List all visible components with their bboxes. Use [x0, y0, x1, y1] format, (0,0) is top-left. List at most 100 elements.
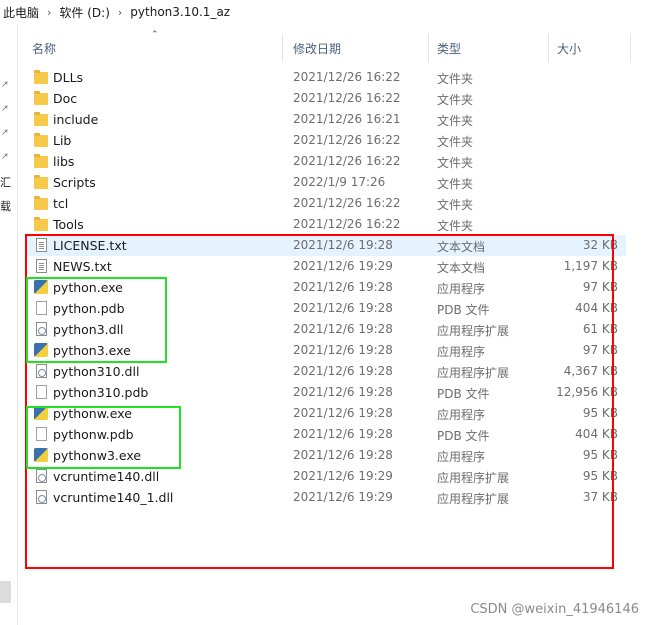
file-name: pythonw.exe — [53, 406, 132, 421]
pin-icon[interactable]: ↗ — [1, 104, 11, 114]
folder-icon — [34, 133, 48, 147]
file-size: 4,367 KB — [563, 364, 618, 378]
column-divider[interactable] — [282, 34, 283, 62]
file-modified-date: 2021/12/6 19:28 — [293, 427, 393, 441]
file-modified-date: 2021/12/26 16:22 — [293, 154, 401, 168]
file-name: pythonw.pdb — [53, 427, 134, 442]
text-file-icon — [36, 238, 47, 252]
file-size: 95 KB — [582, 469, 618, 483]
python-exe-icon — [34, 448, 48, 462]
blank-file-icon — [36, 427, 47, 441]
file-type: 文件夹 — [437, 177, 474, 191]
file-name: NEWS.txt — [53, 259, 112, 274]
breadcrumb-current-folder[interactable]: python3.10.1_az — [130, 5, 230, 19]
folder-row[interactable]: libs 2021/12/26 16:22 文件夹 — [26, 151, 626, 172]
file-row[interactable]: python3.dll 2021/12/6 19:28 应用程序扩展 61 KB — [26, 319, 626, 340]
file-modified-date: 2021/12/6 19:29 — [293, 259, 393, 273]
file-type: PDB 文件 — [437, 387, 490, 401]
folder-row[interactable]: Tools 2021/12/26 16:22 文件夹 — [26, 214, 626, 235]
folder-row[interactable]: include 2021/12/26 16:21 文件夹 — [26, 109, 626, 130]
column-divider[interactable] — [428, 34, 429, 62]
file-size: 404 KB — [575, 427, 618, 441]
dll-file-icon — [36, 469, 47, 483]
folder-icon — [34, 196, 48, 210]
file-name: DLLs — [53, 70, 84, 85]
chevron-right-icon: › — [117, 5, 123, 19]
blank-file-icon — [36, 385, 47, 399]
pin-icon[interactable]: ↗ — [1, 128, 11, 138]
file-row[interactable]: python3.exe 2021/12/6 19:28 应用程序 97 KB — [26, 340, 626, 361]
file-type: 文本文档 — [437, 261, 486, 275]
pin-icon[interactable]: ↗ — [1, 152, 11, 162]
file-size: 12,956 KB — [556, 385, 618, 399]
column-header-date[interactable]: 修改日期 — [293, 40, 341, 57]
folder-icon — [34, 217, 48, 231]
file-type: 应用程序 — [437, 282, 486, 296]
file-modified-date: 2021/12/6 19:28 — [293, 448, 393, 462]
pin-icon[interactable]: ↗ — [1, 80, 11, 90]
nav-item-fragment[interactable]: 载 — [0, 198, 11, 214]
folder-icon — [34, 91, 48, 105]
folder-row[interactable]: tcl 2021/12/26 16:22 文件夹 — [26, 193, 626, 214]
nav-item-fragment[interactable]: 汇 — [0, 174, 11, 190]
file-row[interactable]: python.pdb 2021/12/6 19:28 PDB 文件 404 KB — [26, 298, 626, 319]
file-name: pythonw3.exe — [53, 448, 142, 463]
file-row[interactable]: python.exe 2021/12/6 19:28 应用程序 97 KB — [26, 277, 626, 298]
address-breadcrumb[interactable]: 此电脑 › 软件 (D:) › python3.10.1_az — [0, 0, 654, 24]
file-type: PDB 文件 — [437, 429, 490, 443]
file-row[interactable]: LICENSE.txt 2021/12/6 19:28 文本文档 32 KB — [26, 235, 626, 256]
file-type: 文件夹 — [437, 93, 474, 107]
file-name: LICENSE.txt — [53, 238, 127, 253]
breadcrumb-drive-d[interactable]: 软件 (D:) — [59, 4, 109, 21]
file-row[interactable]: python310.dll 2021/12/6 19:28 应用程序扩展 4,367 … — [26, 361, 626, 382]
file-size: 1,197 KB — [563, 259, 618, 273]
column-header-size[interactable]: 大小 — [557, 40, 581, 57]
file-name: libs — [53, 154, 75, 169]
file-modified-date: 2021/12/26 16:22 — [293, 70, 401, 84]
column-header-type[interactable]: 类型 — [437, 40, 461, 57]
column-header-name[interactable]: 名称 — [32, 40, 56, 57]
file-type: 应用程序 — [437, 450, 486, 464]
column-divider[interactable] — [548, 34, 549, 62]
folder-row[interactable]: Doc 2021/12/26 16:22 文件夹 — [26, 88, 626, 109]
file-row[interactable]: python310.pdb 2021/12/6 19:28 PDB 文件 12,956… — [26, 382, 626, 403]
file-name: include — [53, 112, 99, 127]
file-modified-date: 2021/12/6 19:28 — [293, 406, 393, 420]
file-modified-date: 2021/12/26 16:21 — [293, 112, 401, 126]
file-size: 404 KB — [575, 301, 618, 315]
file-name: python.exe — [53, 280, 123, 295]
file-row[interactable]: NEWS.txt 2021/12/6 19:29 文本文档 1,197 KB — [26, 256, 626, 277]
file-size: 61 KB — [582, 322, 618, 336]
folder-row[interactable]: Lib 2021/12/26 16:22 文件夹 — [26, 130, 626, 151]
file-name: python.pdb — [53, 301, 125, 316]
file-type: 应用程序扩展 — [437, 471, 510, 485]
file-modified-date: 2021/12/6 19:28 — [293, 238, 393, 252]
file-row[interactable]: pythonw.pdb 2021/12/6 19:28 PDB 文件 404 KB — [26, 424, 626, 445]
file-row[interactable]: vcruntime140.dll 2021/12/6 19:29 应用程序扩展 95 … — [26, 466, 626, 487]
file-modified-date: 2021/12/6 19:29 — [293, 469, 393, 483]
file-size: 95 KB — [582, 406, 618, 420]
file-modified-date: 2021/12/6 19:28 — [293, 343, 393, 357]
file-modified-date: 2021/12/6 19:28 — [293, 322, 393, 336]
nav-scrollbar-thumb[interactable] — [0, 581, 11, 603]
python-exe-icon — [34, 280, 48, 294]
python-exe-icon — [34, 406, 48, 420]
navigation-pane: ↗ ↗ ↗ ↗ 汇 载 — [0, 24, 12, 625]
file-row[interactable]: pythonw3.exe 2021/12/6 19:28 应用程序 95 KB — [26, 445, 626, 466]
file-row[interactable]: pythonw.exe 2021/12/6 19:28 应用程序 95 KB — [26, 403, 626, 424]
file-size: 95 KB — [582, 448, 618, 462]
file-modified-date: 2022/1/9 17:26 — [293, 175, 386, 189]
breadcrumb-this-pc[interactable]: 此电脑 — [3, 4, 39, 21]
folder-icon — [34, 154, 48, 168]
file-modified-date: 2021/12/26 16:22 — [293, 217, 401, 231]
folder-icon — [34, 175, 48, 189]
file-type: 文件夹 — [437, 219, 474, 233]
folder-row[interactable]: DLLs 2021/12/26 16:22 文件夹 — [26, 67, 626, 88]
file-type: 文件夹 — [437, 72, 474, 86]
file-type: 应用程序扩展 — [437, 324, 510, 338]
folder-row[interactable]: Scripts 2022/1/9 17:26 文件夹 — [26, 172, 626, 193]
column-divider[interactable] — [630, 34, 631, 62]
file-row[interactable]: vcruntime140_1.dll 2021/12/6 19:29 应用程序扩展 3… — [26, 487, 626, 508]
file-type: 文件夹 — [437, 198, 474, 212]
file-modified-date: 2021/12/6 19:28 — [293, 364, 393, 378]
